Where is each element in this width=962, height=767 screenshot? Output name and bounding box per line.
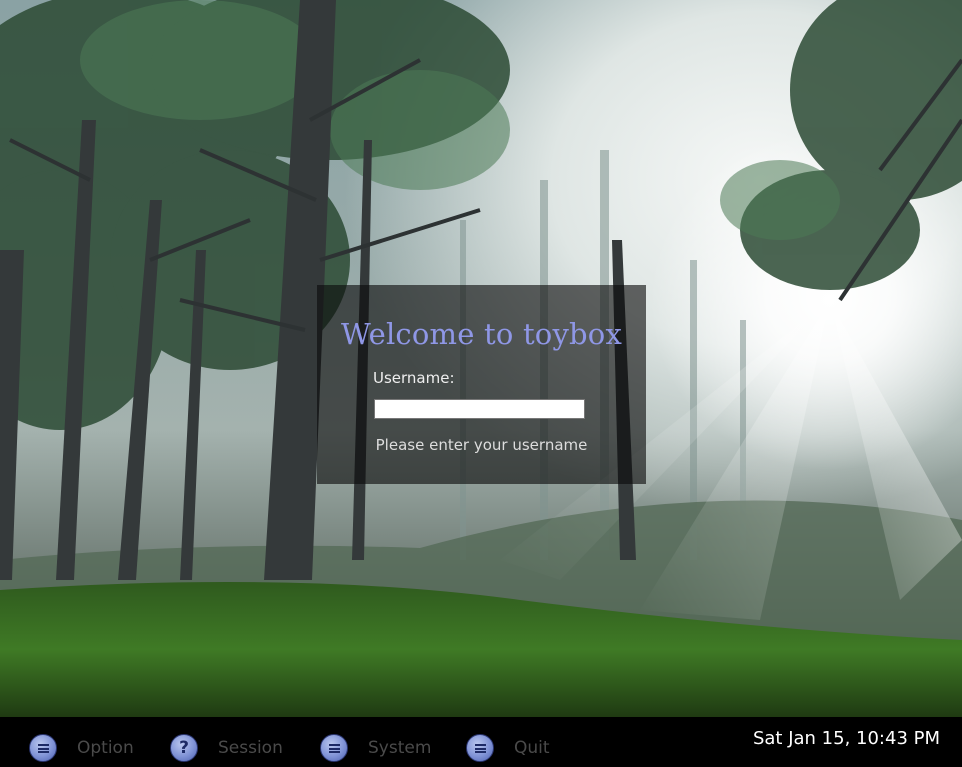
session-button[interactable]: ? Session <box>170 732 283 764</box>
session-label: Session <box>218 738 283 758</box>
system-label: System <box>368 738 432 758</box>
option-label: Option <box>77 738 134 758</box>
system-button[interactable]: System <box>320 732 431 764</box>
clock: Sat Jan 15, 10:43 PM <box>752 728 940 749</box>
quit-label: Quit <box>514 738 550 758</box>
question-icon: ? <box>170 734 198 762</box>
bottom-bar: Option ? Session System Quit Sat Jan 15,… <box>0 717 962 767</box>
option-button[interactable]: Option <box>29 732 134 764</box>
menu-lines-icon <box>466 734 494 762</box>
login-panel: Welcome to toybox Username: Please enter… <box>317 285 646 484</box>
username-hint: Please enter your username <box>375 436 588 454</box>
username-input[interactable] <box>374 399 585 419</box>
menu-lines-icon <box>29 734 57 762</box>
username-label: Username: <box>373 369 455 387</box>
quit-button[interactable]: Quit <box>466 732 550 764</box>
welcome-title: Welcome to toybox <box>340 317 623 351</box>
menu-lines-icon <box>320 734 348 762</box>
